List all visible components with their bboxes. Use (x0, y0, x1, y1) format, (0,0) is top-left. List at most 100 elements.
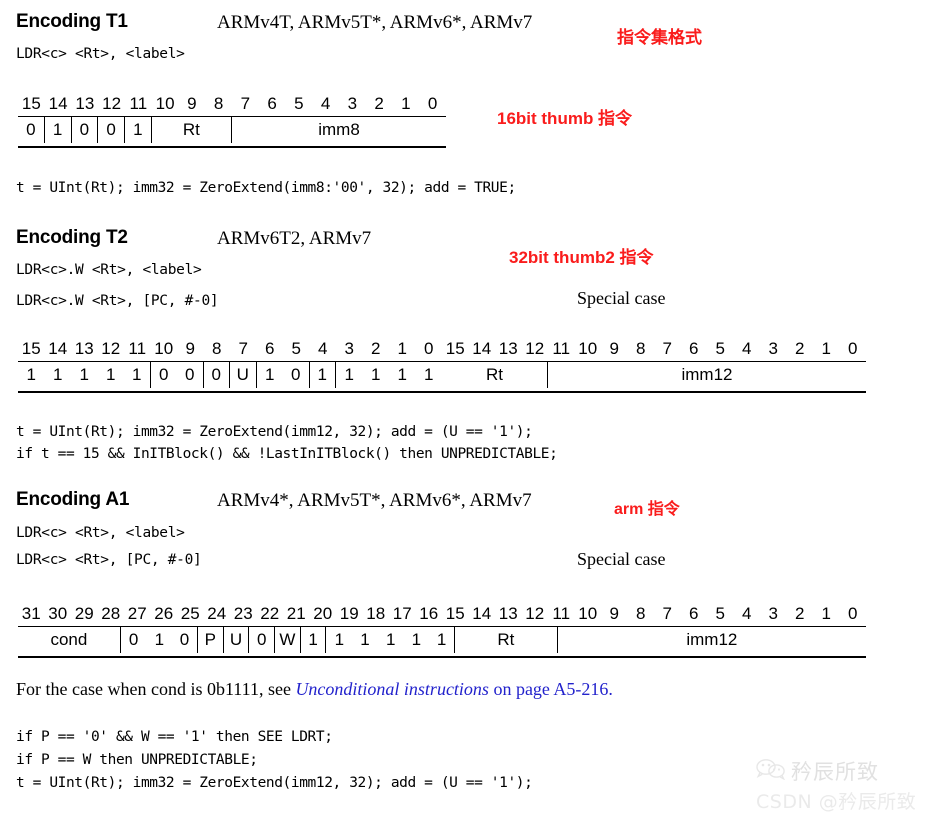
bit-label: 8 (636, 604, 646, 623)
bit-label: 10 (578, 604, 598, 623)
encoding-t2-variants: ARMv6T2, ARMv7 (217, 228, 372, 249)
encoding-t1-variants: ARMv4T, ARMv5T*, ARMv6*, ARMv7 (217, 12, 533, 33)
bit-label: 31 (21, 604, 41, 623)
note-page-ref[interactable]: on page A5-216. (489, 679, 612, 699)
bit-label: 13 (498, 604, 518, 623)
bit-field: Rt (152, 117, 232, 143)
bit-label: 2 (795, 604, 805, 623)
bit-label: 28 (101, 604, 121, 623)
annotation-32bit-thumb2: 32bit thumb2 指令 (509, 248, 654, 267)
bit-field: 1 (45, 117, 72, 143)
bit-label: 29 (74, 604, 94, 623)
bit-field: 0 (128, 630, 139, 649)
bit-field: imm12 (681, 365, 733, 384)
annotation-arm-instruction: arm 指令 (614, 501, 680, 518)
bit-label: 0 (424, 339, 434, 358)
bit-label: 11 (552, 339, 571, 358)
bit-label: 6 (265, 339, 275, 358)
document-page: 指令集格式 Encoding T1 ARMv4T, ARMv5T*, ARMv6… (0, 0, 931, 814)
bit-label: 15 (445, 604, 465, 623)
encoding-t2-pseudocode-0: t = UInt(Rt); imm32 = ZeroExtend(imm12, … (16, 424, 533, 440)
bit-label: 14 (472, 339, 492, 358)
bit-field: 0 (98, 117, 125, 143)
bit-label: 6 (689, 339, 699, 358)
encoding-t2-special-case: Special case (577, 288, 666, 308)
bit-field-row: cond 0 1 0 P U 0 W 1 1 1 1 1 1 Rt imm12 (18, 627, 866, 653)
bit-field: 1 (344, 365, 354, 384)
bit-field: 1 (397, 365, 407, 384)
bit-field: 1 (265, 365, 275, 384)
bit-label: 4 (320, 94, 331, 113)
bit-label: 12 (525, 339, 545, 358)
bit-label: 2 (374, 94, 384, 113)
bit-field: 0 (172, 627, 198, 653)
bit-header-row: 15 14 13 12 11 10 9 8 7 6 5 4 3 2 1 0 (442, 337, 866, 362)
bit-field: 1 (301, 627, 327, 653)
bit-field-row: 0 1 0 0 1 Rt imm8 (18, 117, 446, 143)
encoding-a1-note: For the case when cond is 0b1111, see Un… (16, 679, 613, 700)
bit-label: 7 (662, 339, 672, 358)
bit-label: 5 (715, 604, 725, 623)
bit-field: 1 (371, 365, 381, 384)
bit-label: 2 (371, 339, 381, 358)
bit-label: 10 (154, 339, 174, 358)
bit-label: 1 (397, 339, 407, 358)
encoding-t2-title: Encoding T2 (16, 227, 128, 248)
bit-field-row: 1 1 1 1 1 0 0 0 U 1 0 1 1 1 1 1 (18, 362, 442, 388)
bit-header-row: 15 14 13 12 11 10 9 8 7 6 5 4 3 2 1 0 (18, 337, 442, 362)
bit-field: 0 (249, 627, 276, 653)
bit-label: 1 (821, 604, 831, 623)
bit-label: 17 (392, 604, 412, 623)
bit-label: 6 (689, 604, 699, 623)
bit-label: 14 (48, 339, 68, 358)
encoding-a1-title: Encoding A1 (16, 489, 130, 510)
bit-label: 15 (21, 339, 41, 358)
bit-label: 9 (609, 339, 619, 358)
watermark: 矜辰所致 CSDN @矜辰所致 (756, 756, 916, 814)
bit-label: 9 (185, 339, 195, 358)
watermark-credit: CSDN @矜辰所致 (756, 791, 917, 813)
bit-field: 1 (360, 630, 370, 649)
bit-field: 1 (79, 365, 89, 384)
encoding-t1-pseudocode-0: t = UInt(Rt); imm32 = ZeroExtend(imm8:'0… (16, 180, 516, 196)
bit-field: 0 (283, 362, 310, 388)
bit-field: 1 (124, 362, 151, 388)
bit-label: 20 (313, 604, 333, 623)
encoding-t1-title: Encoding T1 (16, 11, 128, 32)
bit-field: 0 (159, 365, 169, 384)
encoding-t1-syntax-0: LDR<c> <Rt>, <label> (16, 46, 185, 62)
bit-label: 15 (21, 94, 41, 113)
watermark-name-row: 矜辰所致 (756, 756, 916, 786)
bit-label: 12 (102, 94, 122, 113)
bit-label: 2 (795, 339, 805, 358)
bit-label: 24 (207, 604, 227, 623)
bit-label: 3 (768, 339, 778, 358)
bit-label: 14 (472, 604, 492, 623)
encoding-a1-variants: ARMv4*, ARMv5T*, ARMv6*, ARMv7 (217, 490, 532, 511)
bit-label: 9 (187, 94, 197, 113)
bit-label: 21 (286, 604, 306, 623)
bit-label: 12 (525, 604, 545, 623)
bit-label: 3 (344, 339, 354, 358)
bit-label: 16 (419, 604, 439, 623)
bit-label: 7 (662, 604, 672, 623)
bit-label: 5 (715, 339, 725, 358)
bit-field: 1 (429, 627, 455, 653)
bit-field: Rt (442, 362, 548, 388)
bit-label: 0 (427, 94, 438, 113)
bit-label: 4 (742, 604, 752, 623)
bit-label: 7 (238, 339, 248, 358)
bit-field: 1 (154, 630, 165, 649)
encoding-a1-special-case: Special case (577, 549, 666, 569)
bit-header-row: 15 14 13 12 11 10 9 8 7 6 5 4 3 2 1 0 (18, 92, 446, 117)
bit-label: 22 (260, 604, 280, 623)
bit-field: P (198, 627, 224, 653)
bit-field: 1 (106, 365, 116, 384)
bit-field: 1 (26, 365, 36, 384)
bit-label: 0 (848, 604, 858, 623)
encoding-t2-syntax-1: LDR<c>.W <Rt>, [PC, #-0] (16, 293, 219, 309)
unconditional-instructions-link[interactable]: Unconditional instructions (295, 679, 489, 699)
encoding-a1-bit-table: 31 30 29 28 27 26 25 24 23 22 21 20 19 1… (18, 602, 866, 658)
bit-field: imm8 (318, 120, 360, 139)
encoding-a1-syntax-0: LDR<c> <Rt>, <label> (16, 525, 185, 541)
